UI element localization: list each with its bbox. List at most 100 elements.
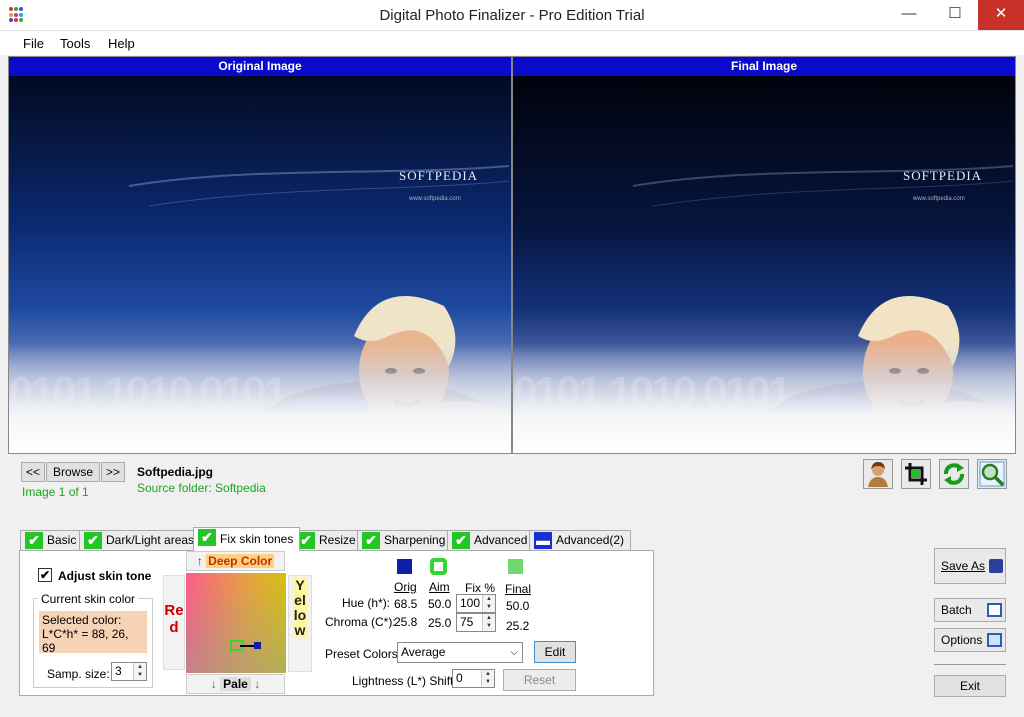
cloud-fog <box>9 343 511 453</box>
minus-icon: ▬ <box>534 532 552 549</box>
original-image-header: Original Image <box>9 57 511 76</box>
options-button[interactable]: Options <box>934 628 1006 652</box>
yellow-button[interactable]: Yellow <box>288 575 312 672</box>
chroma-orig-value: 25.8 <box>394 615 418 629</box>
check-icon: ✔ <box>198 529 216 546</box>
preset-colors-label: Preset Colors: <box>325 647 402 661</box>
batch-button[interactable]: Batch <box>934 598 1006 622</box>
red-button[interactable]: Red <box>163 575 185 670</box>
edit-button[interactable]: Edit <box>534 641 576 663</box>
chevron-down-icon: ⌵ <box>510 647 518 658</box>
final-photo: SOFTPEDIA www.softpedia.com 0101 1010 01… <box>513 76 1015 453</box>
lightness-shift-spinner[interactable]: 0 ▲ ▼ <box>452 669 495 688</box>
maximize-button[interactable]: ☐ <box>932 0 978 30</box>
source-folder: Source folder: Softpedia <box>137 481 266 495</box>
skin-color-picker[interactable] <box>186 573 286 673</box>
orig-column-header: Orig <box>394 580 417 594</box>
arrow-down-icon: ↓ <box>210 677 217 691</box>
tab-advanced-2[interactable]: ▬ Advanced(2) <box>529 530 632 550</box>
fix-column-header: Fix % <box>465 581 495 595</box>
chroma-fix-spinner[interactable]: 75 ▲ ▼ <box>456 613 496 632</box>
orig-marker <box>254 642 261 649</box>
hue-orig-value: 68.5 <box>394 597 418 611</box>
browse-button[interactable]: Browse <box>46 462 100 482</box>
check-icon: ✔ <box>84 532 102 549</box>
softpedia-logo: SOFTPEDIA <box>903 168 983 183</box>
check-icon: ✔ <box>362 532 380 549</box>
tab-fix-skin-tones[interactable]: ✔ Fix skin tones <box>193 527 301 551</box>
hue-final-value: 50.0 <box>506 599 530 613</box>
current-skin-color-label: Current skin color <box>38 592 139 606</box>
separator <box>934 664 1006 665</box>
tab-dark-light-areas[interactable]: ✔ Dark/Light areas <box>79 530 202 550</box>
save-as-button[interactable]: Save As <box>934 548 1006 584</box>
spinner-arrows[interactable]: ▲ ▼ <box>481 670 494 687</box>
arrow-down-icon: ↓ <box>254 677 261 691</box>
menu-help[interactable]: Help <box>108 36 135 51</box>
selected-color-box: Selected color: L*C*h* = 88, 26, 69 <box>39 611 147 655</box>
options-icon <box>987 633 1002 647</box>
floppy-disk-icon <box>989 559 1003 573</box>
close-button[interactable]: ✕ <box>978 0 1024 30</box>
rotate-icon[interactable] <box>939 459 969 489</box>
preset-colors-select[interactable]: Average ⌵ <box>397 642 523 663</box>
window-title: Digital Photo Finalizer - Pro Edition Tr… <box>379 7 645 24</box>
tab-resize[interactable]: ✔ Resize <box>292 530 363 550</box>
softpedia-url: www.softpedia.com <box>913 196 965 202</box>
final-column-header: Final <box>505 582 532 596</box>
yellow-label: Yellow <box>293 577 307 638</box>
check-icon: ✔ <box>25 532 43 549</box>
spinner-arrows[interactable]: ▲ ▼ <box>482 614 495 631</box>
batch-icon <box>987 603 1002 617</box>
orig-color-swatch <box>397 559 412 574</box>
original-image-pane[interactable]: Original Image SOFTPEDIA www.softpedia.c… <box>8 56 512 454</box>
final-image-pane[interactable]: Final Image SOFTPEDIA www.softpedia.com … <box>512 56 1016 454</box>
file-name: Softpedia.jpg <box>137 465 213 479</box>
menu-bar <box>0 31 1024 55</box>
spinner-arrows[interactable]: ▲ ▼ <box>133 663 146 680</box>
arrow-up-icon: ↑ <box>196 554 203 568</box>
spinner-arrows[interactable]: ▲ ▼ <box>482 595 495 612</box>
adjust-skin-tone-label: Adjust skin tone <box>58 569 152 583</box>
softpedia-url: www.softpedia.com <box>409 196 461 202</box>
final-image-header: Final Image <box>513 57 1015 76</box>
tab-sharpening[interactable]: ✔ Sharpening <box>357 530 453 550</box>
zoom-icon[interactable] <box>977 459 1007 489</box>
tab-advanced[interactable]: ✔ Advanced <box>447 530 535 550</box>
deep-color-label: Deep Color <box>206 554 275 568</box>
red-label: Red <box>164 602 184 636</box>
chroma-aim-value: 25.0 <box>428 616 452 630</box>
samp-size-spinner[interactable]: 3 ▲ ▼ <box>111 662 147 681</box>
pale-label: Pale <box>220 677 251 691</box>
light-streaks <box>129 165 509 207</box>
chroma-final-value: 25.2 <box>506 619 530 633</box>
cloud-fog <box>513 343 1015 453</box>
crop-icon[interactable] <box>901 459 931 489</box>
menu-tools[interactable]: Tools <box>60 36 90 51</box>
chroma-label: Chroma (C*): <box>325 615 396 629</box>
portrait-icon[interactable] <box>863 459 893 489</box>
selected-color-label: Selected color: <box>42 613 122 627</box>
pale-button[interactable]: ↓ Pale ↓ <box>186 674 285 694</box>
final-color-swatch <box>508 559 523 574</box>
exit-button[interactable]: Exit <box>934 675 1006 697</box>
next-image-button[interactable]: >> <box>101 462 125 482</box>
selected-color-value: L*C*h* = 88, 26, 69 <box>42 627 129 655</box>
hue-fix-spinner[interactable]: 100 ▲ ▼ <box>456 594 496 613</box>
original-photo: SOFTPEDIA www.softpedia.com 0101 1010 01… <box>9 76 511 453</box>
prev-image-button[interactable]: << <box>21 462 45 482</box>
deep-color-button[interactable]: ↑ Deep Color <box>186 551 285 571</box>
softpedia-logo: SOFTPEDIA <box>399 168 479 183</box>
minimize-button[interactable]: — <box>886 0 932 30</box>
adjust-skin-tone-checkbox[interactable]: ✔ <box>38 568 52 582</box>
image-counter: Image 1 of 1 <box>22 485 89 499</box>
aim-column-header: Aim <box>429 580 450 594</box>
tab-basic[interactable]: ✔ Basic <box>20 530 84 550</box>
check-icon: ✔ <box>452 532 470 549</box>
hue-label: Hue (h*): <box>342 596 391 610</box>
light-streaks <box>633 165 1013 207</box>
hue-aim-value: 50.0 <box>428 597 452 611</box>
lightness-shift-label: Lightness (L*) Shift: <box>352 674 457 688</box>
menu-file[interactable]: File <box>23 36 44 51</box>
reset-button[interactable]: Reset <box>503 669 576 691</box>
